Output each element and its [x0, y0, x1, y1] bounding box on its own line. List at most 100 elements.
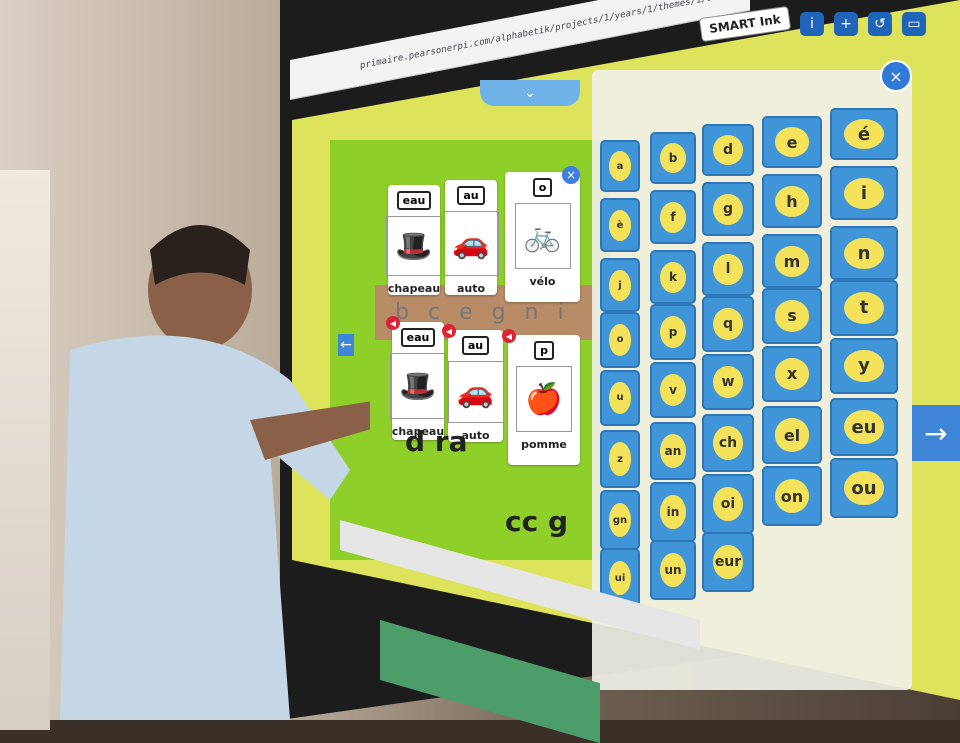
- speech-bubble-icon: un: [659, 552, 687, 588]
- card-word: auto: [456, 282, 486, 295]
- sound-tile[interactable]: j: [600, 258, 640, 312]
- card-tag: au: [457, 186, 485, 205]
- word-card-vlo[interactable]: o 🚲 vélo: [505, 172, 580, 302]
- sound-tile[interactable]: u: [600, 370, 640, 426]
- sound-label: j: [618, 279, 622, 291]
- sound-label: e: [786, 132, 798, 152]
- sound-tile[interactable]: l: [702, 242, 754, 296]
- sound-label: eu: [851, 416, 877, 438]
- sound-tile[interactable]: y: [830, 338, 898, 394]
- sound-tile[interactable]: k: [650, 250, 696, 304]
- sound-label: é: [857, 123, 871, 145]
- sound-tile[interactable]: è: [600, 198, 640, 252]
- car-icon: 🚗: [443, 211, 499, 276]
- speech-bubble-icon: q: [713, 307, 743, 341]
- sound-tile[interactable]: p: [650, 304, 696, 360]
- sound-label: y: [858, 355, 870, 377]
- sound-tile[interactable]: b: [650, 132, 696, 184]
- word-card-chapeau[interactable]: eau 🎩 chapeau: [386, 185, 442, 295]
- info-icon[interactable]: i: [799, 12, 824, 36]
- smart-ink-button[interactable]: SMART Ink: [698, 5, 792, 43]
- sound-tile[interactable]: q: [702, 296, 754, 352]
- word-card-auto[interactable]: au 🚗 auto: [443, 180, 499, 295]
- speech-bubble-icon: ui: [608, 560, 632, 596]
- close-icon[interactable]: ×: [562, 166, 580, 184]
- sound-tile[interactable]: eu: [830, 398, 898, 456]
- sound-tile[interactable]: m: [762, 234, 822, 288]
- sound-tile[interactable]: h: [762, 174, 822, 228]
- speech-bubble-icon: u: [608, 381, 632, 415]
- sound-tile[interactable]: z: [600, 430, 640, 488]
- speech-bubble-icon: o: [608, 323, 632, 357]
- speech-bubble-icon: ou: [844, 470, 884, 506]
- sound-tile[interactable]: f: [650, 190, 696, 244]
- sound-tile[interactable]: eur: [702, 532, 754, 592]
- sound-tile[interactable]: a: [600, 140, 640, 192]
- sound-label: n: [857, 242, 871, 264]
- sound-label: a: [616, 160, 624, 172]
- sound-tile[interactable]: gn: [600, 490, 640, 550]
- sound-tile[interactable]: e: [762, 116, 822, 168]
- grid-close-icon[interactable]: ×: [880, 60, 912, 92]
- next-arrow-icon[interactable]: →: [912, 405, 960, 461]
- sound-label: an: [664, 444, 682, 458]
- sound-tile[interactable]: n: [830, 226, 898, 280]
- sound-tile[interactable]: é: [830, 108, 898, 160]
- speaker-icon[interactable]: ◀: [442, 324, 456, 338]
- sound-tile[interactable]: x: [762, 346, 822, 402]
- speaker-icon[interactable]: ◀: [386, 316, 400, 330]
- sound-label: ch: [718, 435, 738, 451]
- sound-tile[interactable]: d: [702, 124, 754, 176]
- speech-bubble-icon: j: [608, 269, 632, 301]
- word-card-pomme[interactable]: ◀ p 🍎 pomme: [502, 329, 580, 465]
- add-page-icon[interactable]: +: [833, 12, 858, 36]
- sound-tile[interactable]: v: [650, 362, 696, 418]
- speech-bubble-icon: v: [659, 373, 687, 407]
- speech-bubble-icon: el: [774, 418, 810, 452]
- sound-label: d: [722, 142, 734, 158]
- speech-bubble-icon: s: [774, 299, 810, 333]
- sound-tile[interactable]: ou: [830, 458, 898, 518]
- sound-label: è: [616, 219, 624, 231]
- speech-bubble-icon: ch: [713, 426, 743, 460]
- apple-icon: 🍎: [516, 366, 572, 432]
- sound-label: ou: [851, 477, 877, 499]
- panel-pull-handle[interactable]: ⌄: [480, 80, 580, 106]
- speech-bubble-icon: t: [844, 291, 884, 325]
- sound-label: q: [722, 315, 734, 332]
- sound-label: t: [859, 297, 869, 319]
- sound-label: z: [617, 453, 623, 465]
- card-tag: p: [534, 341, 554, 360]
- sound-tile[interactable]: s: [762, 288, 822, 344]
- word-card-chapeau[interactable]: ◀ eau 🎩 chapeau: [386, 316, 446, 440]
- printer-icon[interactable]: ▭: [901, 12, 926, 36]
- speech-bubble-icon: on: [774, 478, 810, 514]
- sound-tile[interactable]: on: [762, 466, 822, 526]
- sound-tile[interactable]: i: [830, 166, 898, 220]
- undo-icon[interactable]: ↺: [867, 12, 892, 36]
- hat-icon: 🎩: [390, 353, 446, 419]
- sound-tile[interactable]: an: [650, 422, 696, 480]
- smart-ink-label: SMART Ink: [708, 12, 782, 36]
- sound-tile[interactable]: in: [650, 482, 696, 542]
- speech-bubble-icon: k: [659, 261, 687, 293]
- sound-tile[interactable]: el: [762, 406, 822, 464]
- sound-tile[interactable]: un: [650, 540, 696, 600]
- speech-bubble-icon: in: [659, 494, 687, 530]
- speech-bubble-icon: oi: [713, 486, 743, 522]
- sound-label: el: [783, 425, 801, 445]
- sound-label: p: [668, 324, 678, 339]
- handwritten-text-1: d ra: [405, 425, 468, 458]
- speech-bubble-icon: b: [659, 143, 687, 173]
- sound-tile[interactable]: oi: [702, 474, 754, 534]
- sound-tile[interactable]: o: [600, 312, 640, 368]
- sound-tile[interactable]: t: [830, 280, 898, 336]
- speaker-icon[interactable]: ◀: [502, 329, 516, 343]
- speech-bubble-icon: e: [774, 127, 810, 157]
- card-word: pomme: [521, 438, 567, 451]
- sound-tile[interactable]: ch: [702, 414, 754, 472]
- sound-label: g: [722, 201, 734, 217]
- sound-tile[interactable]: g: [702, 182, 754, 236]
- speech-bubble-icon: x: [774, 357, 810, 391]
- sound-tile[interactable]: w: [702, 354, 754, 410]
